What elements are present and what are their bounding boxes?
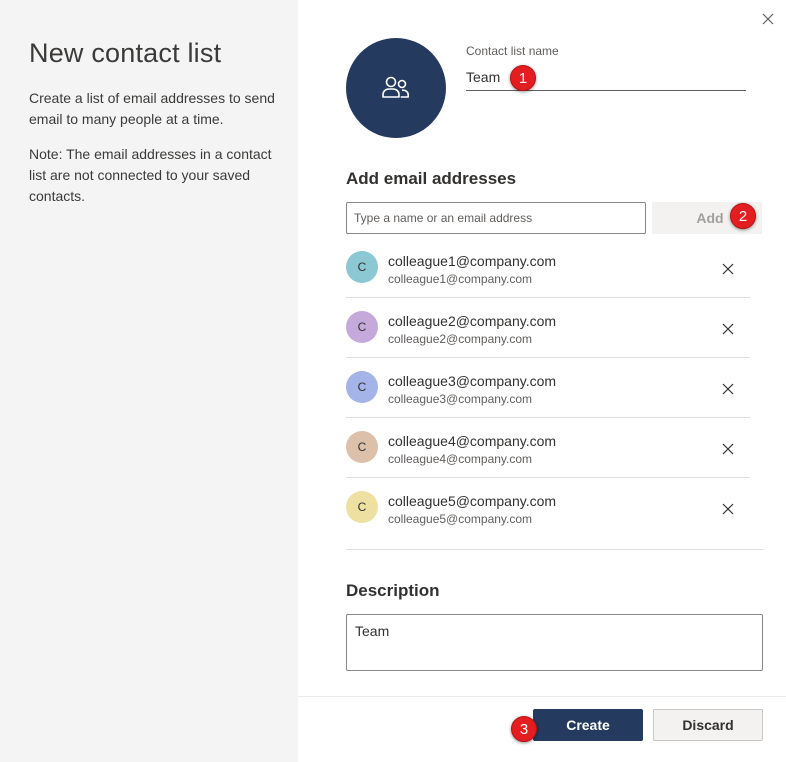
- remove-contact-icon[interactable]: [721, 382, 735, 396]
- contact-list-name-input[interactable]: [466, 64, 746, 91]
- contact-email: colleague5@company.com: [388, 512, 533, 526]
- email-search-input[interactable]: [346, 202, 646, 234]
- description-field[interactable]: Team: [346, 614, 763, 671]
- intro-pane: New contact list Create a list of email …: [0, 0, 298, 762]
- intro-note: Note: The email addresses in a contact l…: [29, 146, 272, 204]
- contact-email: colleague1@company.com: [388, 272, 533, 286]
- remove-contact-icon[interactable]: [721, 502, 735, 516]
- section-divider: [346, 549, 763, 550]
- create-button[interactable]: Create: [533, 709, 643, 741]
- contact-avatar: C: [346, 491, 378, 523]
- contact-avatar: C: [346, 431, 378, 463]
- contact-list: C colleague1@company.com colleague1@comp…: [346, 238, 750, 537]
- contact-email: colleague3@company.com: [388, 392, 533, 406]
- contact-row: C colleague2@company.com colleague2@comp…: [346, 298, 750, 358]
- step-marker-2: 2: [730, 203, 756, 229]
- contact-name: colleague3@company.com: [388, 373, 557, 389]
- footer-divider: [298, 696, 786, 697]
- discard-button[interactable]: Discard: [653, 709, 763, 741]
- contact-list-name-label: Contact list name: [466, 44, 559, 58]
- contact-row: C colleague1@company.com colleague1@comp…: [346, 238, 750, 298]
- description-heading: Description: [346, 581, 440, 600]
- contact-row: C colleague5@company.com colleague5@comp…: [346, 478, 750, 537]
- page-title: New contact list: [29, 38, 222, 68]
- contact-row: C colleague3@company.com colleague3@comp…: [346, 358, 750, 418]
- contact-email: colleague4@company.com: [388, 452, 533, 466]
- contact-email: colleague2@company.com: [388, 332, 533, 346]
- contact-name: colleague1@company.com: [388, 253, 557, 269]
- contact-name: colleague5@company.com: [388, 493, 557, 509]
- remove-contact-icon[interactable]: [721, 262, 735, 276]
- people-icon: [382, 76, 409, 98]
- contact-name: colleague2@company.com: [388, 313, 557, 329]
- contact-row: C colleague4@company.com colleague4@comp…: [346, 418, 750, 478]
- step-marker-1: 1: [510, 65, 536, 91]
- remove-contact-icon[interactable]: [721, 322, 735, 336]
- remove-contact-icon[interactable]: [721, 442, 735, 456]
- contact-list-avatar[interactable]: [346, 38, 446, 138]
- close-icon[interactable]: [759, 10, 777, 28]
- contact-name: colleague4@company.com: [388, 433, 557, 449]
- intro-description: Create a list of email addresses to send…: [29, 90, 275, 127]
- add-emails-heading: Add email addresses: [346, 169, 517, 188]
- contact-avatar: C: [346, 371, 378, 403]
- step-marker-3: 3: [511, 716, 537, 742]
- contact-avatar: C: [346, 311, 378, 343]
- contact-avatar: C: [346, 251, 378, 283]
